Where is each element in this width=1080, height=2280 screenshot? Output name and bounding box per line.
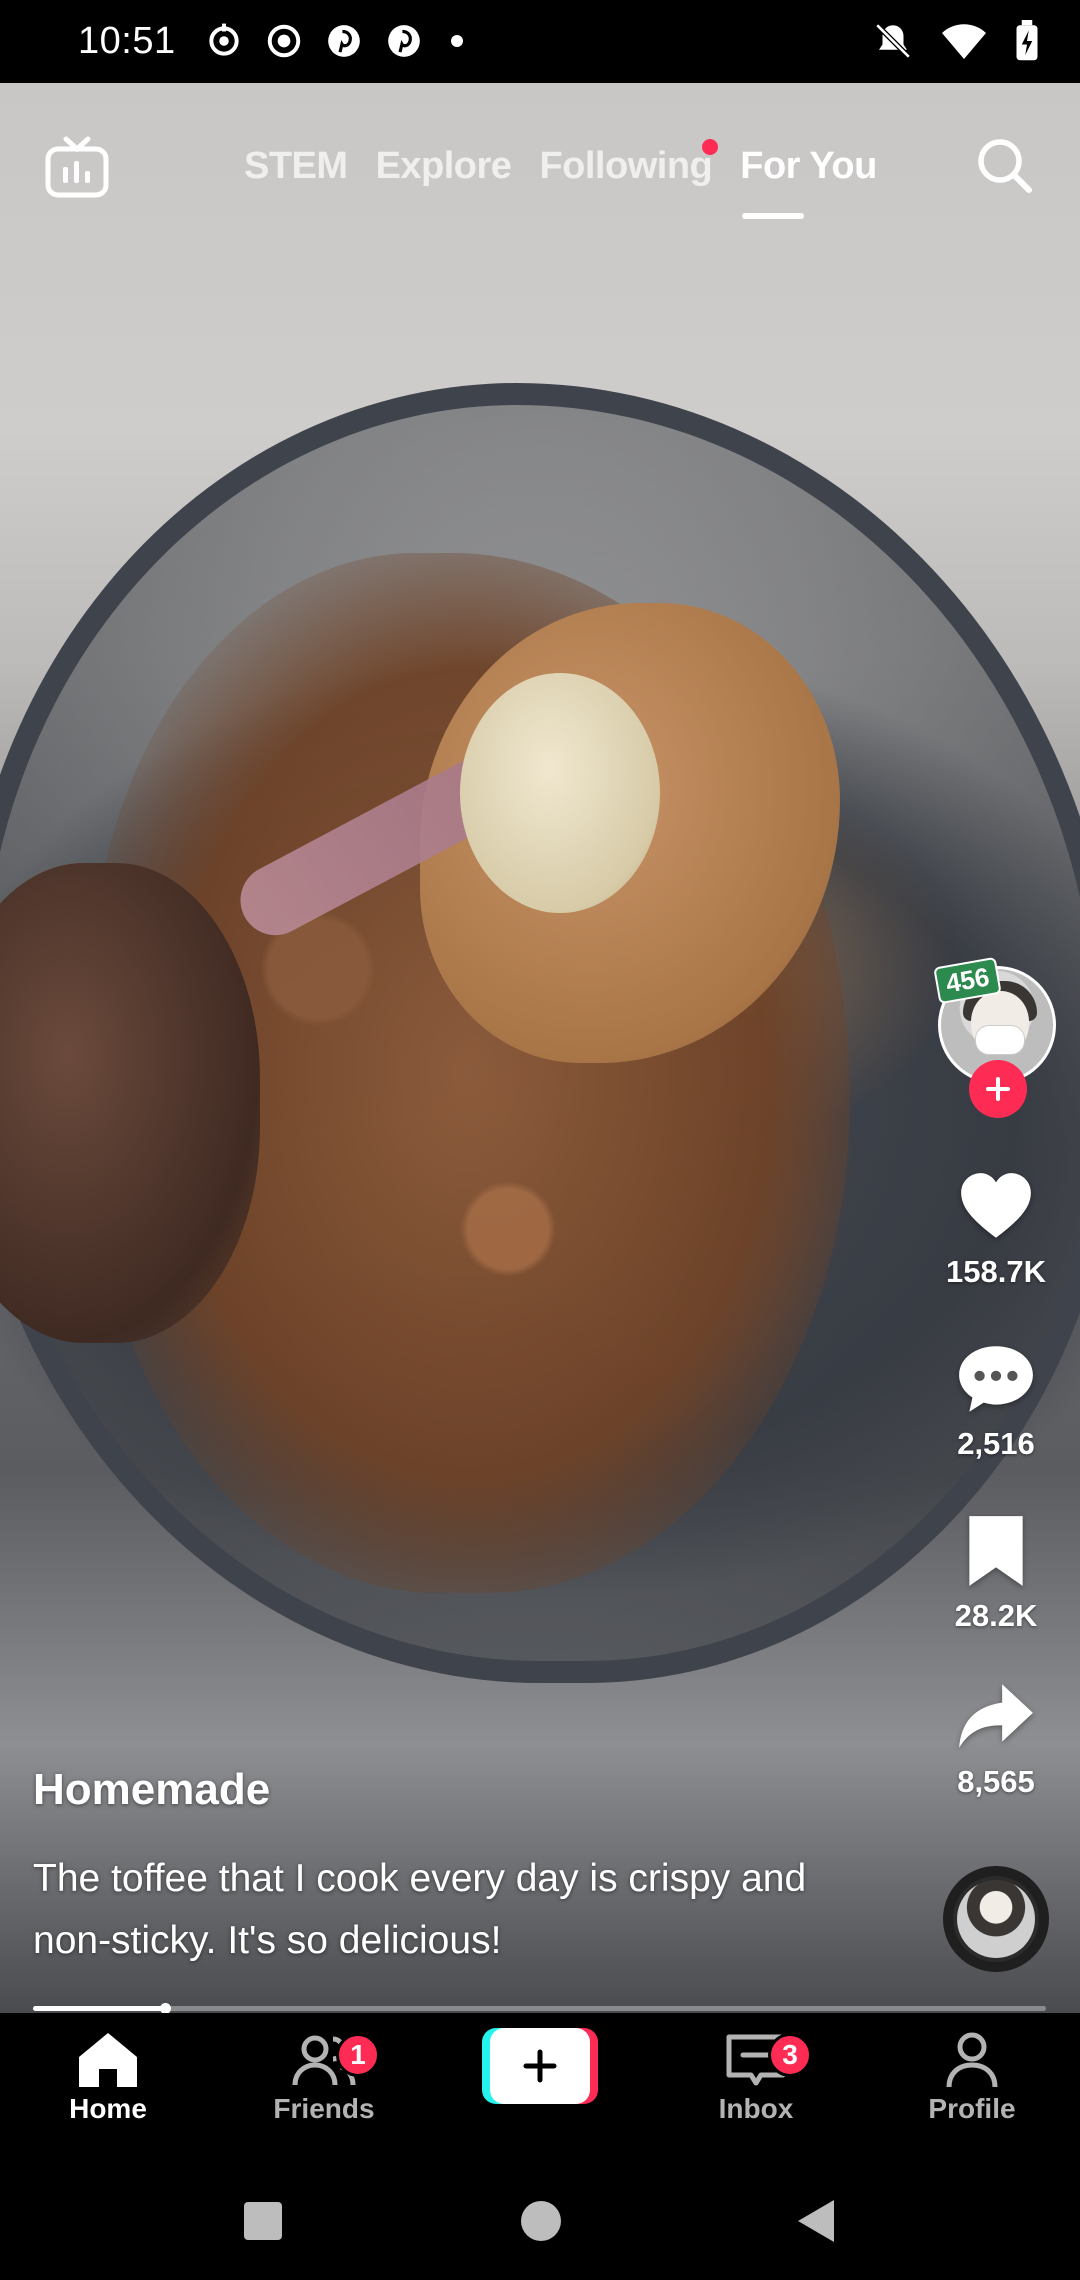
tab-home[interactable]: Home bbox=[28, 2029, 188, 2125]
create-button-face bbox=[490, 2028, 590, 2104]
tab-following-label: Following bbox=[539, 145, 713, 187]
comment-icon bbox=[959, 1346, 1033, 1412]
active-tab-indicator bbox=[742, 213, 804, 219]
share-icon bbox=[959, 1684, 1033, 1748]
sound-disc-cover bbox=[957, 1880, 1035, 1958]
share-action[interactable]: 8,565 bbox=[930, 1676, 1062, 1800]
system-nav-bar bbox=[0, 2158, 1080, 2280]
video-frame-hand bbox=[0, 863, 260, 1343]
top-nav: STEM Explore Following For You bbox=[0, 83, 1080, 243]
inbox-badge: 3 bbox=[768, 2033, 812, 2077]
recents-icon[interactable] bbox=[240, 2198, 286, 2244]
back-icon[interactable] bbox=[794, 2198, 840, 2244]
share-count: 8,565 bbox=[957, 1764, 1035, 1799]
bell-off-icon bbox=[875, 23, 911, 59]
tab-profile-label: Profile bbox=[928, 2093, 1016, 2124]
comment-action[interactable]: 2,516 bbox=[930, 1338, 1062, 1462]
save-count: 28.2K bbox=[954, 1598, 1038, 1633]
tab-explore[interactable]: Explore bbox=[376, 145, 512, 188]
sound-disc[interactable] bbox=[943, 1866, 1049, 1972]
post-caption[interactable]: The toffee that I cook every day is cris… bbox=[33, 1848, 853, 1972]
dot-icon bbox=[451, 35, 463, 47]
like-action[interactable]: 158.7K bbox=[930, 1166, 1062, 1290]
tv-icon[interactable] bbox=[44, 133, 110, 199]
plus-icon bbox=[986, 1077, 1010, 1101]
video-player[interactable] bbox=[0, 83, 1080, 2013]
pinterest-icon bbox=[325, 22, 363, 60]
tab-for-you[interactable]: For You bbox=[740, 145, 877, 188]
tab-inbox-label: Inbox bbox=[718, 2093, 794, 2124]
follow-button[interactable] bbox=[969, 1060, 1027, 1118]
home-circle-icon[interactable] bbox=[518, 2198, 564, 2244]
tab-profile[interactable]: Profile bbox=[892, 2029, 1052, 2125]
author-name[interactable]: Homemade bbox=[33, 1765, 270, 1815]
video-frame-spatula-head bbox=[460, 673, 660, 913]
sync-icon bbox=[205, 22, 243, 60]
tab-friends[interactable]: Friends 1 bbox=[244, 2029, 404, 2125]
status-left-icons bbox=[205, 22, 463, 60]
record-icon bbox=[265, 22, 303, 60]
profile-icon bbox=[946, 2032, 998, 2088]
create-button[interactable] bbox=[482, 2028, 598, 2104]
wifi-icon bbox=[942, 24, 986, 59]
video-progress-bar[interactable] bbox=[33, 2003, 1046, 2014]
heart-icon bbox=[961, 1173, 1031, 1238]
save-action[interactable]: 28.2K bbox=[930, 1510, 1062, 1634]
tab-inbox[interactable]: Inbox 3 bbox=[676, 2029, 836, 2125]
battery-charging-icon bbox=[1016, 20, 1038, 61]
home-icon bbox=[79, 2033, 137, 2087]
pinterest-icon bbox=[385, 22, 423, 60]
tab-stem[interactable]: STEM bbox=[244, 145, 348, 188]
comment-count: 2,516 bbox=[957, 1426, 1035, 1461]
tab-following[interactable]: Following bbox=[539, 139, 719, 188]
status-right-icons bbox=[872, 20, 1040, 62]
status-bar: 10:51 bbox=[0, 0, 1080, 83]
friends-badge: 1 bbox=[336, 2033, 380, 2077]
tab-home-label: Home bbox=[69, 2093, 147, 2124]
feed-tabs: STEM Explore Following For You bbox=[244, 139, 877, 188]
video-progress-fill bbox=[33, 2006, 165, 2011]
like-count: 158.7K bbox=[946, 1254, 1046, 1289]
tab-friends-label: Friends bbox=[273, 2093, 375, 2124]
avatar-mask bbox=[975, 1025, 1025, 1055]
notification-dot bbox=[702, 139, 719, 155]
plus-icon bbox=[523, 2049, 557, 2083]
bookmark-icon bbox=[969, 1516, 1023, 1586]
status-time: 10:51 bbox=[78, 20, 176, 62]
search-icon[interactable] bbox=[972, 133, 1036, 197]
